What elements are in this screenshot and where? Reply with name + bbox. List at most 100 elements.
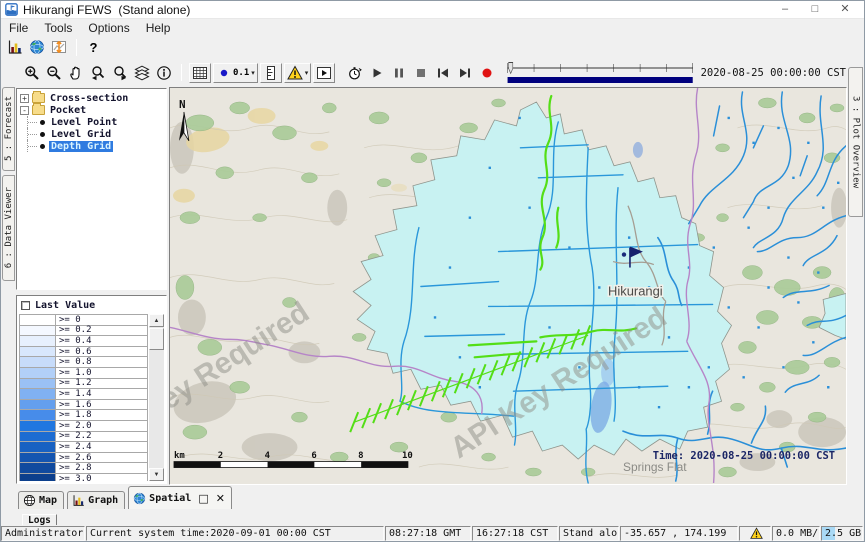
close-button[interactable]: ✕ <box>830 1 860 18</box>
minimize-button[interactable]: – <box>770 1 800 18</box>
town-label: Hikurangi <box>608 283 663 298</box>
tab-close-button[interactable]: ✕ <box>216 492 225 505</box>
legend-row-label: >= 2.4 <box>56 442 147 452</box>
legend-row[interactable]: >= 0 <box>19 315 148 326</box>
map-toolbar-row: 0.1▾▾ 2020-08-25 00:00:00 CST <box>1 58 864 87</box>
legend-row[interactable]: >= 1.8 <box>19 410 148 421</box>
expander-icon[interactable]: + <box>20 94 29 103</box>
legend-row[interactable]: >= 0.8 <box>19 357 148 368</box>
tree-item-level-point[interactable]: Level Point <box>18 116 165 128</box>
tree-item-pocket[interactable]: - Pocket <box>18 104 165 116</box>
legend-swatch <box>20 368 56 378</box>
timeline-slider[interactable] <box>506 61 694 85</box>
animation-window-button[interactable] <box>313 63 335 83</box>
zoom-out-button[interactable] <box>43 63 65 83</box>
legend-row[interactable]: >= 2.8 <box>19 463 148 474</box>
legend-row[interactable]: >= 0.2 <box>19 326 148 337</box>
explorer-button[interactable] <box>4 37 26 57</box>
scroll-down-icon[interactable]: ▼ <box>149 468 164 481</box>
scroll-thumb[interactable] <box>149 328 164 350</box>
status-text: Stand alone <box>563 528 619 539</box>
tree-item-label: Pocket <box>48 105 88 116</box>
info-button[interactable] <box>153 63 175 83</box>
legend-row-label: >= 0.6 <box>56 347 147 357</box>
tab-label: Spatial <box>149 493 191 504</box>
thresholds-button[interactable]: ▾ <box>284 63 312 83</box>
last-value-checkbox[interactable] <box>21 301 30 310</box>
tab-maximize-button[interactable]: □ <box>198 492 208 505</box>
legend-row[interactable]: >= 2.2 <box>19 432 148 443</box>
status-memory: 2.5 GB <box>821 526 863 541</box>
tab-spatial[interactable]: Spatial □ ✕ <box>128 486 232 509</box>
play-button[interactable] <box>366 63 388 83</box>
tab-map[interactable]: Map <box>18 491 64 509</box>
legend-swatch <box>20 326 56 336</box>
timeseries-display-button[interactable] <box>48 37 70 57</box>
menu-item-file[interactable]: File <box>1 21 36 35</box>
legend-row[interactable]: >= 2.0 <box>19 421 148 432</box>
map-canvas[interactable]: API Key Required API Key Required Hikura… <box>170 88 846 484</box>
legend-row-label: >= 0.8 <box>56 357 147 367</box>
maximize-button[interactable]: □ <box>800 1 830 18</box>
tab-graph[interactable]: Graph <box>67 491 125 509</box>
tree-item-level-grid[interactable]: Level Grid <box>18 128 165 140</box>
tree-item-depth-grid[interactable]: Depth Grid <box>18 140 165 152</box>
pan-button[interactable] <box>65 63 87 83</box>
tab-plot-overview[interactable]: 3 : Plot Overview <box>848 67 863 217</box>
legend-row-label: >= 2.6 <box>56 453 147 463</box>
menu-item-tools[interactable]: Tools <box>36 21 80 35</box>
layer-tree[interactable]: +Cross-section-PocketLevel PointLevel Gr… <box>16 88 167 290</box>
zoom-next-button[interactable] <box>109 63 131 83</box>
layers-button[interactable] <box>131 63 153 83</box>
tab-label: Map <box>39 495 57 506</box>
wire-globe-icon <box>23 494 36 507</box>
timer-button[interactable] <box>344 63 366 83</box>
grid-toggle-button[interactable] <box>189 63 211 83</box>
zoom-previous-button[interactable] <box>87 63 109 83</box>
legend-row[interactable]: >= 1.0 <box>19 368 148 379</box>
scale-ruler-button[interactable] <box>260 63 282 83</box>
folder-icon <box>32 105 45 115</box>
help-button[interactable]: ? <box>83 37 104 57</box>
legend-row[interactable]: >= 3.0 <box>19 474 148 481</box>
record-button[interactable] <box>476 63 498 83</box>
skip-to-end-button[interactable] <box>454 63 476 83</box>
legend-swatch <box>20 410 56 420</box>
legend-row[interactable]: >= 1.4 <box>19 389 148 400</box>
stop-button[interactable] <box>410 63 432 83</box>
legend-scrollbar[interactable]: ▲ ▼ <box>149 314 164 481</box>
legend-row[interactable]: >= 1.6 <box>19 400 148 411</box>
tree-connector <box>27 128 39 140</box>
legend-row[interactable]: >= 2.6 <box>19 453 148 464</box>
status-text: 08:27:18 GMT <box>389 528 461 539</box>
status-coordinates: -35.657 , 174.199 <box>620 526 738 541</box>
legend-row[interactable]: >= 2.4 <box>19 442 148 453</box>
tab-forecast[interactable]: 5 : Forecast <box>2 87 15 171</box>
svg-text:km: km <box>174 451 185 461</box>
ruler-icon <box>263 65 279 81</box>
timeline-ruler[interactable] <box>506 61 694 85</box>
bullet-icon <box>40 132 45 137</box>
map-display-button[interactable] <box>26 37 48 57</box>
expander-icon[interactable]: - <box>20 106 29 115</box>
legend-row[interactable]: >= 1.2 <box>19 379 148 390</box>
chart-bars-icon <box>72 494 85 507</box>
scroll-up-icon[interactable]: ▲ <box>149 314 164 327</box>
scroll-track[interactable] <box>149 351 164 468</box>
map-time-label: Time: 2020-08-25 00:00:00 CST <box>653 450 835 462</box>
legend-swatch <box>20 347 56 357</box>
legend-row[interactable]: >= 0.4 <box>19 336 148 347</box>
tab-data-viewer[interactable]: 6 : Data Viewer <box>2 175 15 281</box>
menu-item-help[interactable]: Help <box>138 21 179 35</box>
zoom-in-button[interactable] <box>21 63 43 83</box>
timeline-thumb[interactable] <box>509 62 513 73</box>
legend-row[interactable]: >= 0.6 <box>19 347 148 358</box>
pause-icon <box>391 65 407 81</box>
contour-interval-button[interactable]: 0.1▾ <box>213 63 258 83</box>
tree-item-label: Depth Grid <box>49 141 113 152</box>
skip-to-start-button[interactable] <box>432 63 454 83</box>
logs-row: Logs <box>1 509 864 525</box>
menu-item-options[interactable]: Options <box>80 21 137 35</box>
status-text: 2.5 GB <box>825 528 861 539</box>
pause-button[interactable] <box>388 63 410 83</box>
